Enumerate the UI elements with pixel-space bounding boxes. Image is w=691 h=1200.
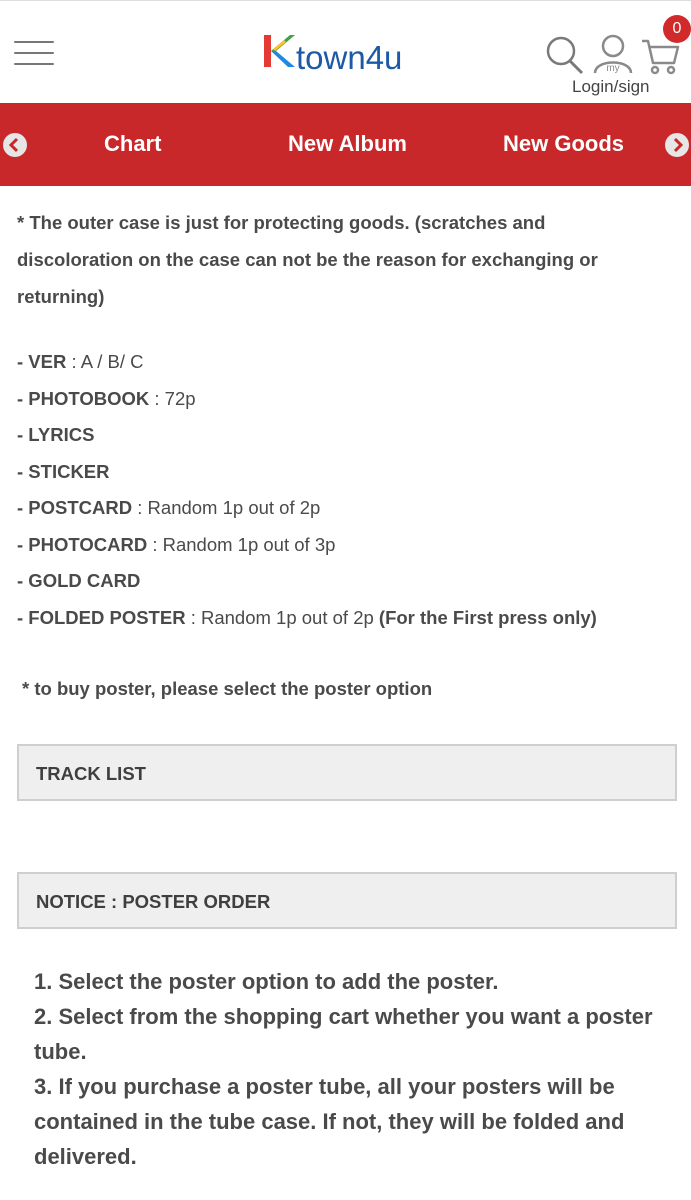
my-account-icon[interactable]: my — [592, 33, 634, 75]
outer-case-notice: * The outer case is just for protecting … — [17, 212, 598, 307]
login-sign-link[interactable]: Login/sign — [572, 77, 650, 97]
step-item: 3. If you purchase a poster tube, all yo… — [34, 1074, 625, 1169]
list-item: - PHOTOBOOK : 72p — [17, 387, 196, 409]
list-item: - PHOTOCARD : Random 1p out of 3p — [17, 533, 336, 555]
list-item: - POSTCARD : Random 1p out of 2p — [17, 497, 321, 518]
step-item: 1. Select the poster option to add the p… — [34, 969, 499, 994]
track-list-label: TRACK LIST — [36, 763, 146, 784]
poster-order-steps: 1. Select the poster option to add the p… — [34, 964, 674, 1174]
menu-icon[interactable] — [14, 41, 54, 67]
step-item: 2. Select from the shopping cart whether… — [34, 1004, 653, 1064]
poster-buy-note: * to buy poster, please select the poste… — [22, 678, 433, 699]
nav-new-album[interactable]: New Album — [288, 131, 407, 157]
cart-count-badge: 0 — [663, 15, 691, 43]
search-icon[interactable] — [544, 35, 584, 75]
category-nav: Chart New Album New Goods — [0, 103, 691, 186]
package-contents-list: - VER : A / B/ C - PHOTOBOOK : 72p - LYR… — [17, 344, 677, 636]
poster-order-notice-label: NOTICE : POSTER ORDER — [36, 891, 271, 912]
nav-chart[interactable]: Chart — [104, 131, 161, 157]
site-header: town4u my 0 Login/sign — [0, 0, 691, 103]
logo-text: town4u — [296, 39, 403, 76]
svg-text:my: my — [606, 63, 619, 74]
list-item: - VER : A / B/ C — [17, 351, 144, 372]
nav-prev-arrow-icon[interactable] — [3, 133, 27, 157]
nav-new-goods[interactable]: New Goods — [503, 131, 624, 157]
list-item: - STICKER — [17, 460, 110, 482]
track-list-toggle[interactable]: TRACK LIST — [17, 744, 677, 801]
list-item: - GOLD CARD — [17, 570, 141, 591]
logo-k-mark — [264, 35, 295, 67]
poster-order-notice-toggle[interactable]: NOTICE : POSTER ORDER — [17, 872, 677, 929]
nav-next-arrow-icon[interactable] — [665, 133, 689, 157]
list-item: - LYRICS — [17, 424, 95, 445]
list-item: - FOLDED POSTER : Random 1p out of 2p (F… — [17, 606, 597, 628]
